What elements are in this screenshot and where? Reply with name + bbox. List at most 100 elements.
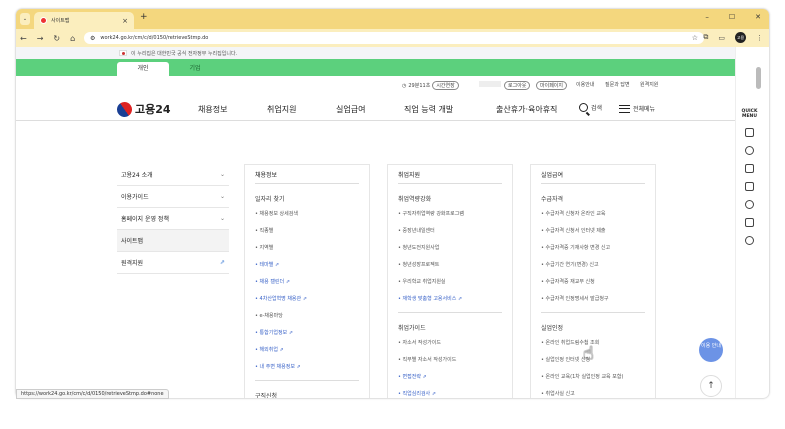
monitor-icon[interactable] bbox=[745, 164, 754, 173]
nav-unemployment-benefit[interactable]: 실업급여 bbox=[336, 104, 365, 115]
menu-link[interactable]: 청년도전지원사업 bbox=[398, 240, 502, 257]
smile-box-icon[interactable] bbox=[745, 182, 754, 191]
remote-support-link[interactable]: 원격지원 bbox=[640, 81, 658, 88]
face-icon[interactable] bbox=[745, 200, 754, 209]
sidebar-item-label: 고용24 소개 bbox=[121, 172, 153, 179]
all-menu-button[interactable]: 전체메뉴 bbox=[619, 104, 655, 113]
menu-link[interactable]: 직업심리검사 ⇗ bbox=[398, 386, 502, 398]
sidepanel-icon[interactable]: ▭ bbox=[718, 34, 725, 42]
home-icon[interactable]: ⌂ bbox=[70, 34, 75, 43]
logout-button[interactable]: 로그아웃 bbox=[504, 81, 531, 90]
group-title[interactable]: 실업인정 bbox=[541, 323, 645, 335]
clock-icon: ◷ bbox=[402, 82, 407, 89]
menu-link[interactable]: 해외취업 ⇗ bbox=[255, 342, 359, 359]
tab-strip: ⌄ 사이트맵 × + – ☐ ✕ bbox=[16, 9, 769, 29]
close-window-icon[interactable]: ✕ bbox=[755, 13, 761, 21]
extend-session-button[interactable]: 시간연장 bbox=[432, 81, 459, 90]
menu-link[interactable]: 지역별 bbox=[255, 240, 359, 257]
sidebar-item[interactable]: 원격지원 ⇗ bbox=[117, 252, 229, 274]
document-icon[interactable] bbox=[745, 128, 754, 137]
site-info-icon[interactable]: ⚙ bbox=[90, 35, 95, 42]
browser-tab[interactable]: 사이트맵 × bbox=[34, 12, 134, 29]
group-title[interactable]: 수급자격 bbox=[541, 194, 645, 206]
menu-link[interactable]: 수급자격 신청서 인터넷 제출 bbox=[541, 223, 645, 240]
scroll-top-button[interactable]: ↑ bbox=[700, 375, 722, 397]
group-title[interactable]: 구직신청 bbox=[255, 391, 359, 398]
nav-employment-support[interactable]: 취업지원 bbox=[267, 104, 296, 115]
column-title[interactable]: 취업지원 bbox=[398, 165, 502, 183]
menu-link[interactable]: 수급자격증 재교부 신청 bbox=[541, 274, 645, 291]
menu-link[interactable]: 취업사실 신고 bbox=[541, 386, 645, 398]
nav-vocational-training[interactable]: 직업 능력 개발 bbox=[404, 104, 453, 115]
column-employment-support: 취업지원취업역량강화구직자취업역량 강화프로그램중장년내일센터청년도전지원사업청… bbox=[387, 164, 513, 398]
member-type-bar: 개인 기업 bbox=[16, 59, 763, 76]
calculator-icon[interactable] bbox=[745, 218, 754, 227]
menu-link[interactable]: 4차산업혁명 채용관 ⇗ bbox=[255, 291, 359, 308]
menu-link[interactable]: 채용정보 상세검색 bbox=[255, 206, 359, 223]
help-guide-button[interactable]: 이용 안내 bbox=[699, 338, 723, 362]
maximize-icon[interactable]: ☐ bbox=[729, 13, 735, 21]
group-title[interactable]: 취업가이드 bbox=[398, 323, 502, 335]
menu-link[interactable]: 내 주변 채용정보 ⇗ bbox=[255, 359, 359, 376]
menu-link[interactable]: 자소서 작성가이드 bbox=[398, 335, 502, 352]
window-controls: – ☐ ✕ bbox=[705, 13, 761, 21]
nav-jobs[interactable]: 채용정보 bbox=[198, 104, 227, 115]
menu-link[interactable]: 우리학교 취업지원실 bbox=[398, 274, 502, 291]
nav-maternity-leave[interactable]: 출산휴가·육아휴직 bbox=[496, 104, 557, 115]
faq-link[interactable]: 질문과 답변 bbox=[605, 81, 630, 88]
sitemap-body: 고용24 소개 ⌄ 이용가이드 ⌄ 홈페이지 운영 정책 ⌄ 사이트맵 원격지원 ⇗ 채용정보일… bbox=[16, 159, 763, 398]
browser-menu-icon[interactable]: ⋮ bbox=[756, 34, 763, 42]
search-button[interactable]: 검색 bbox=[579, 103, 602, 112]
menu-link[interactable]: 면접전략 ⇗ bbox=[398, 369, 502, 386]
tab-search-button[interactable]: ⌄ bbox=[20, 13, 30, 25]
address-bar[interactable]: ⚙ work24.go.kr/cm/c/d/0150/retrieveStmp.… bbox=[84, 32, 704, 44]
scrollbar-thumb[interactable] bbox=[756, 67, 761, 89]
bookmark-star-icon[interactable]: ☆ bbox=[692, 34, 698, 42]
site-logo[interactable]: 고용24 bbox=[114, 98, 171, 120]
menu-link[interactable]: 수급자격 인정명세서 발급청구 bbox=[541, 291, 645, 308]
group-title[interactable]: 취업역량강화 bbox=[398, 194, 502, 206]
menu-link[interactable]: 구직자취업역량 강화프로그램 bbox=[398, 206, 502, 223]
menu-link[interactable]: 통합기업정보 ⇗ bbox=[255, 325, 359, 342]
chevron-down-icon: ⌄ bbox=[219, 171, 225, 178]
sidebar-item[interactable]: 사이트맵 bbox=[117, 230, 229, 252]
menu-link[interactable]: 채용 캘린더 ⇗ bbox=[255, 274, 359, 291]
menu-link[interactable]: 직종별 bbox=[255, 223, 359, 240]
menu-link[interactable]: 중장년내일센터 bbox=[398, 223, 502, 240]
database-icon[interactable] bbox=[745, 236, 754, 245]
menu-link[interactable]: e-채용마당 bbox=[255, 308, 359, 325]
sidebar-item[interactable]: 고용24 소개 ⌄ bbox=[117, 164, 229, 186]
forward-icon[interactable]: → bbox=[37, 34, 44, 43]
menu-link[interactable]: 수급자격증 기재사항 변경 신고 bbox=[541, 240, 645, 257]
reload-icon[interactable]: ↻ bbox=[53, 34, 60, 43]
menu-link[interactable]: 재학생 맞춤형 고용서비스 ⇗ bbox=[398, 291, 502, 308]
close-tab-icon[interactable]: × bbox=[122, 17, 128, 25]
extensions-icon[interactable]: ⧉ bbox=[703, 33, 708, 42]
menu-link[interactable]: 테마별 ⇗ bbox=[255, 257, 359, 274]
profile-avatar[interactable]: 고용 bbox=[735, 32, 746, 43]
menu-link[interactable]: 온라인 교육(1차 실업인정 교육 포함) bbox=[541, 369, 645, 386]
hamburger-icon bbox=[619, 104, 630, 113]
tab-personal[interactable]: 개인 bbox=[117, 62, 169, 76]
column-title[interactable]: 실업급여 bbox=[541, 165, 645, 183]
guide-link[interactable]: 이용안내 bbox=[576, 81, 594, 88]
tab-business[interactable]: 기업 bbox=[169, 62, 221, 76]
browser-toolbar: ← → ↻ ⌂ ⚙ work24.go.kr/cm/c/d/0150/retri… bbox=[16, 29, 769, 47]
sitemap-sidebar: 고용24 소개 ⌄ 이용가이드 ⌄ 홈페이지 운영 정책 ⌄ 사이트맵 원격지원 ⇗ bbox=[117, 164, 229, 274]
toolbar-right: ⧉ ▭ 고용 ⋮ bbox=[703, 32, 763, 43]
sidebar-item[interactable]: 홈페이지 운영 정책 ⌄ bbox=[117, 208, 229, 230]
column-title[interactable]: 채용정보 bbox=[255, 165, 359, 183]
minimize-icon[interactable]: – bbox=[705, 13, 709, 21]
menu-link[interactable]: 청년성장프로젝트 bbox=[398, 257, 502, 274]
chat-icon[interactable] bbox=[745, 146, 754, 155]
menu-link[interactable]: 직무별 자소서 작성가이드 bbox=[398, 352, 502, 369]
new-tab-icon[interactable]: + bbox=[140, 12, 148, 22]
sidebar-item[interactable]: 이용가이드 ⌄ bbox=[117, 186, 229, 208]
menu-link[interactable]: 수급기간 연기(변경) 신고 bbox=[541, 257, 645, 274]
menu-link[interactable]: 수급자격 신청자 온라인 교육 bbox=[541, 206, 645, 223]
timer-text: 29분11초 bbox=[408, 83, 431, 89]
group-title[interactable]: 일자리 찾기 bbox=[255, 194, 359, 206]
back-icon[interactable]: ← bbox=[20, 34, 27, 43]
korea-flag-icon bbox=[119, 50, 127, 56]
mypage-button[interactable]: 마이페이지 bbox=[536, 81, 568, 90]
